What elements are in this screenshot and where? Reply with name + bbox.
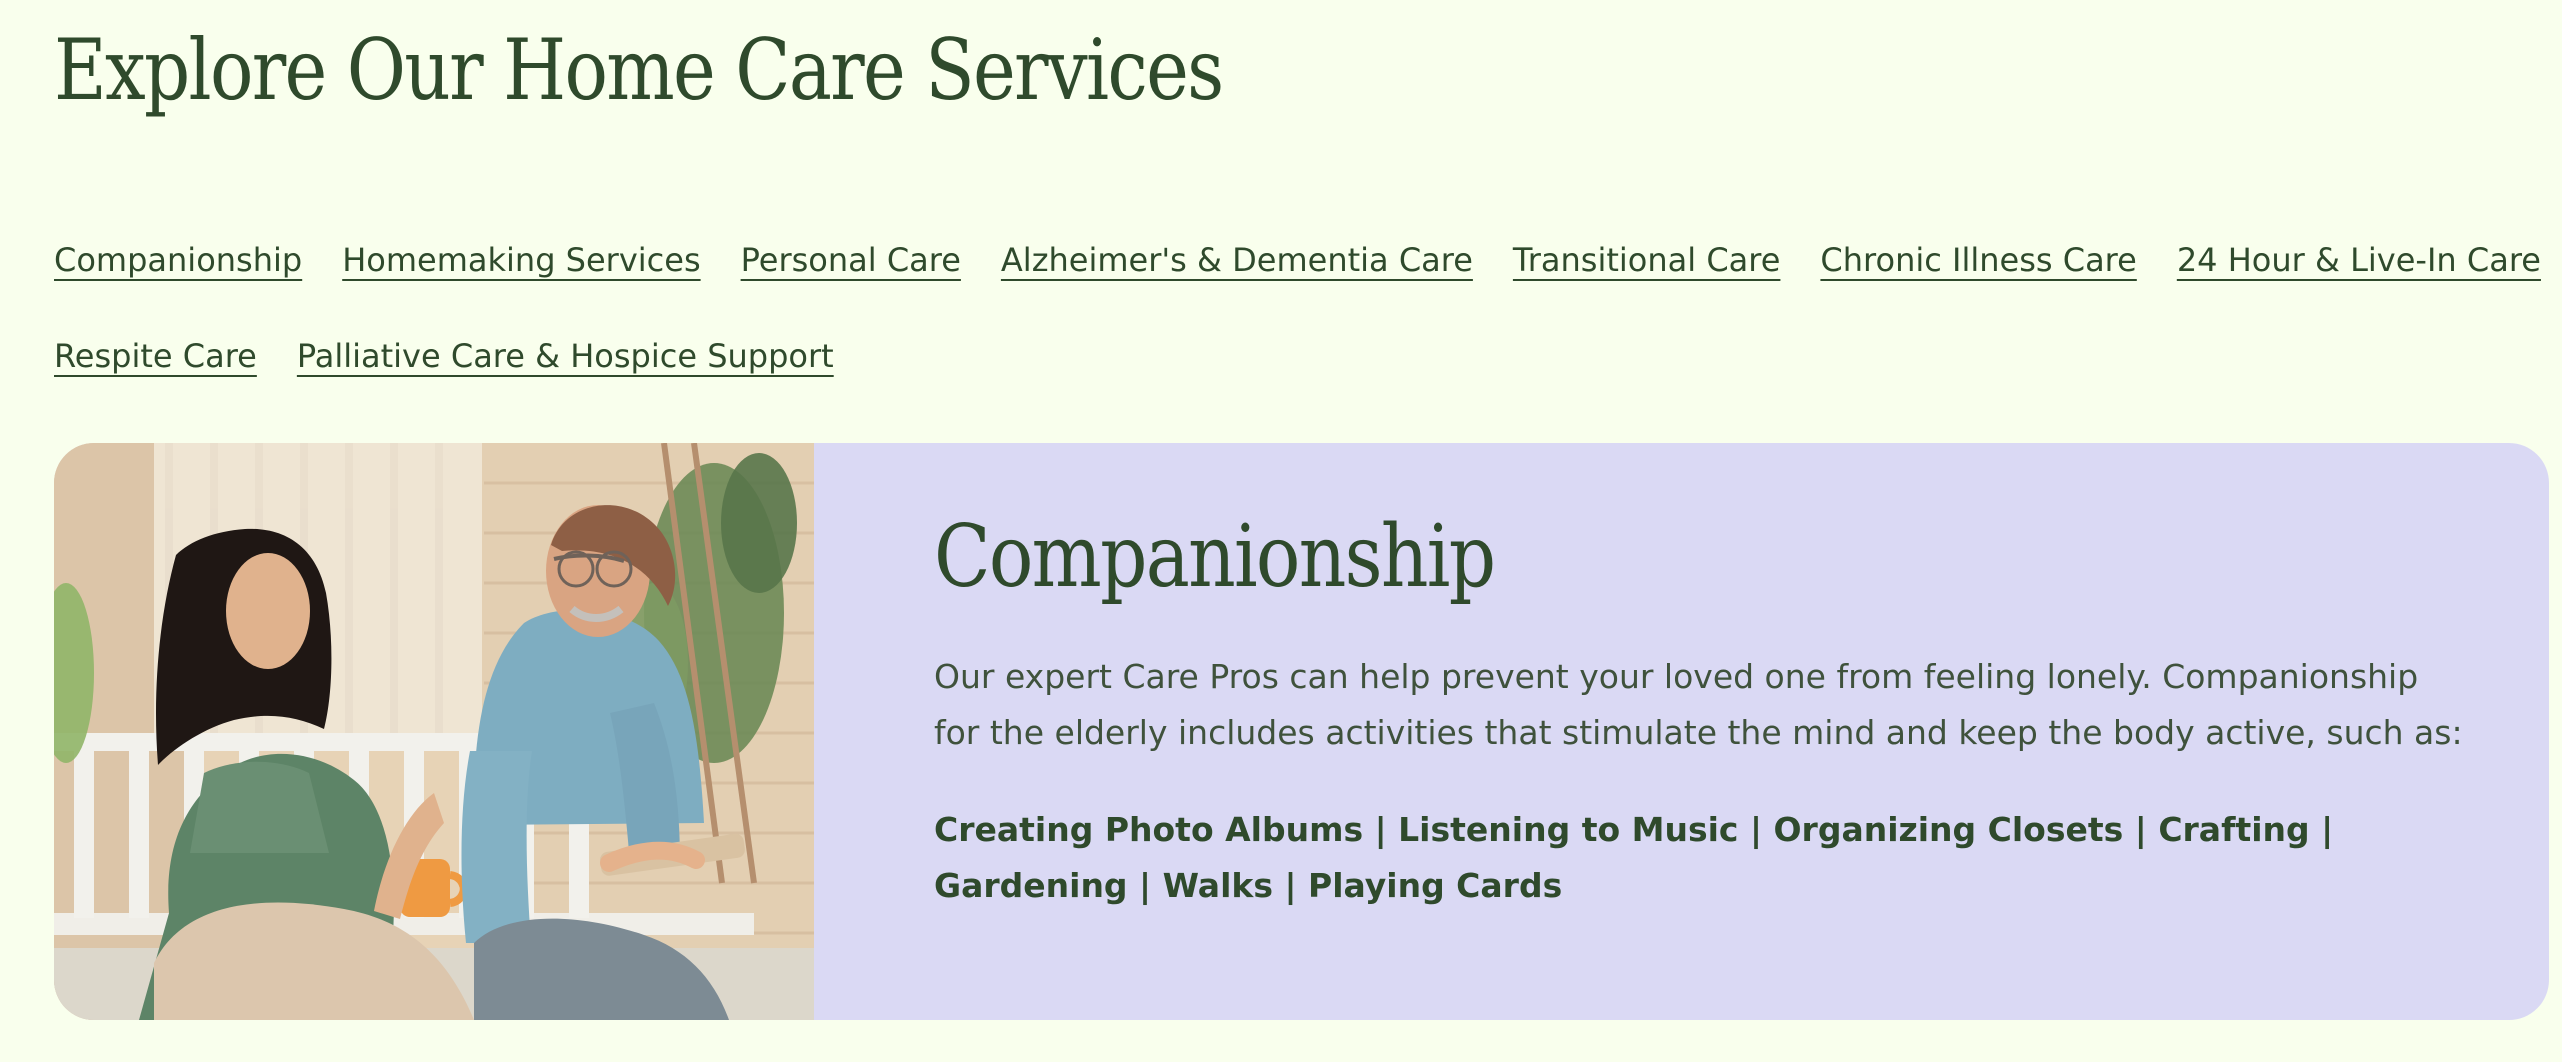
service-link-palliative-care-hospice-support[interactable]: Palliative Care & Hospice Support [297,328,834,384]
feature-content: Companionship Our expert Care Pros can h… [814,443,2549,1020]
feature-description: Our expert Care Pros can help prevent yo… [934,656,2463,752]
service-link-companionship[interactable]: Companionship [54,232,302,288]
service-link-respite-care[interactable]: Respite Care [54,328,257,384]
service-link-chronic-illness-care[interactable]: Chronic Illness Care [1820,232,2136,288]
service-links-nav: Companionship Homemaking Services Person… [54,232,2550,384]
page-title: Explore Our Home Care Services [54,21,1224,119]
service-link-personal-care[interactable]: Personal Care [741,232,961,288]
feature-card: Companionship Our expert Care Pros can h… [54,443,2549,1020]
feature-title: Companionship [934,507,1496,607]
service-link-transitional-care[interactable]: Transitional Care [1513,232,1781,288]
page: Explore Our Home Care Services Companion… [54,0,2550,1062]
service-link-alzheimers-dementia-care[interactable]: Alzheimer's & Dementia Care [1001,232,1473,288]
companionship-photo [54,443,814,1020]
service-link-homemaking-services[interactable]: Homemaking Services [342,232,700,288]
feature-activities: Creating Photo Albums | Listening to Mus… [934,809,2334,905]
service-link-24-hour-live-in-care[interactable]: 24 Hour & Live-In Care [2177,232,2541,288]
